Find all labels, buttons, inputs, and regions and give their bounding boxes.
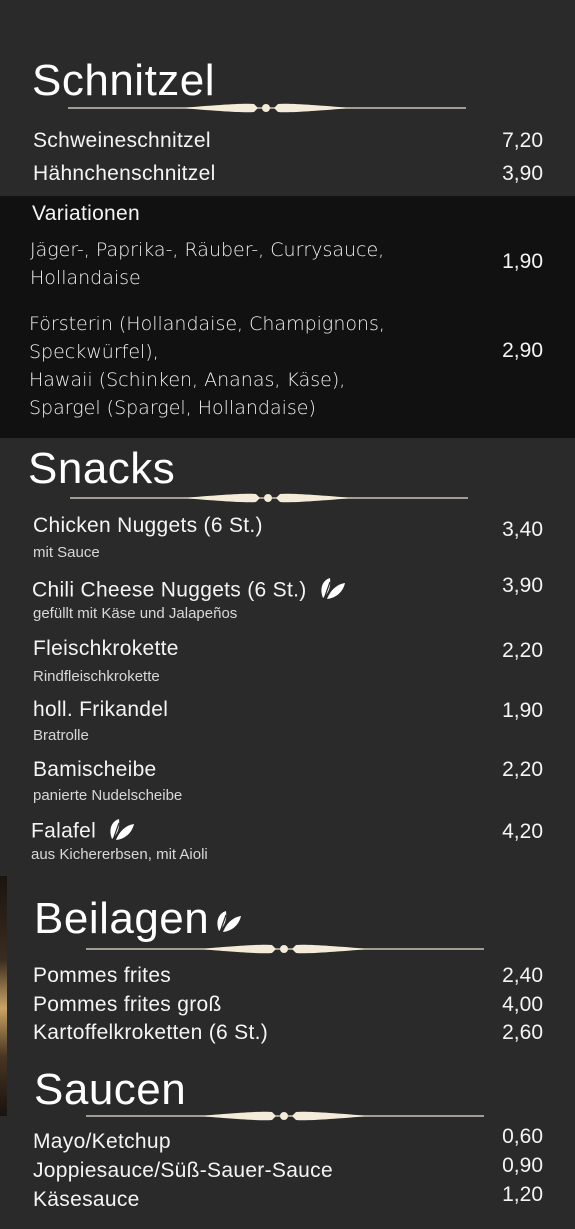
menu-item-price: 3,90 [502, 574, 543, 597]
ornament-divider [70, 490, 470, 506]
menu-item-price: 2,20 [502, 758, 543, 781]
section-title-beilagen: Beilagen [34, 894, 243, 946]
menu-item-price: 0,90 [502, 1154, 543, 1177]
ornament-divider [68, 100, 468, 116]
menu-item-chili-cheese: Chili Cheese Nuggets (6 St.) [32, 574, 347, 608]
variation-option-2: Försterin (Hollandaise, Champignons, Spe… [29, 313, 385, 419]
menu-item-name: Bamischeibe [33, 758, 157, 781]
menu-item-price: 7,20 [502, 129, 543, 152]
ornament-divider [86, 1108, 486, 1124]
menu-item-price: 2,60 [502, 1021, 543, 1044]
menu-item-name: Kartoffelkroketten (6 St.) [33, 1021, 269, 1044]
section-title-schnitzel: Schnitzel [32, 56, 216, 105]
leaf-icon [319, 574, 347, 608]
ornament-divider [86, 941, 486, 957]
menu-item-price: 2,40 [502, 964, 543, 987]
menu-item-name: Chili Cheese Nuggets (6 St.) [32, 578, 307, 602]
variations-heading: Variationen [32, 202, 140, 225]
leaf-icon [215, 896, 243, 946]
variation-option-1: Jäger-, Paprika-, Räuber-, Currysauce, H… [30, 239, 385, 289]
menu-item-name: Falafel [31, 819, 97, 843]
menu-item-name: Käsesauce [33, 1188, 140, 1211]
menu-item-description: aus Kichererbsen, mit Aioli [31, 846, 208, 863]
menu-item-description: Bratrolle [33, 727, 89, 744]
menu-item-name: Schweineschnitzel [33, 129, 211, 152]
menu-item-name: Mayo/Ketchup [33, 1130, 171, 1153]
section-title-snacks: Snacks [28, 444, 176, 493]
menu-item-name: holl. Frikandel [33, 698, 169, 721]
menu-item-name: Pommes frites [33, 964, 172, 987]
menu-item-falafel: Falafel [31, 815, 136, 849]
menu-item-price: 1,90 [502, 699, 543, 722]
menu-item-price: 2,20 [502, 639, 543, 662]
menu-item-name: Fleischkrokette [33, 637, 179, 660]
food-photo-edge [0, 876, 7, 1116]
menu-item-name: Joppiesauce/Süß-Sauer-Sauce [33, 1159, 333, 1182]
menu-item-price: 1,20 [502, 1183, 543, 1206]
variation-price: 2,90 [502, 339, 543, 362]
menu-item-description: Rindfleischkrokette [33, 668, 160, 685]
menu-item-price: 3,40 [502, 518, 543, 541]
leaf-icon [108, 815, 136, 849]
menu-item-price: 0,60 [502, 1125, 543, 1148]
menu-item-price: 3,90 [502, 162, 543, 185]
menu-item-description: panierte Nudelscheibe [33, 787, 183, 804]
menu-item-name: Hähnchenschnitzel [33, 162, 216, 185]
menu-item-price: 4,00 [502, 993, 543, 1016]
menu-item-description: mit Sauce [33, 544, 100, 561]
menu-item-name: Chicken Nuggets (6 St.) [33, 514, 263, 537]
menu-item-price: 4,20 [502, 820, 543, 843]
menu-item-name: Pommes frites groß [33, 993, 222, 1016]
variation-price: 1,90 [502, 250, 543, 273]
menu-item-description: gefüllt mit Käse und Jalapeños [33, 605, 238, 622]
